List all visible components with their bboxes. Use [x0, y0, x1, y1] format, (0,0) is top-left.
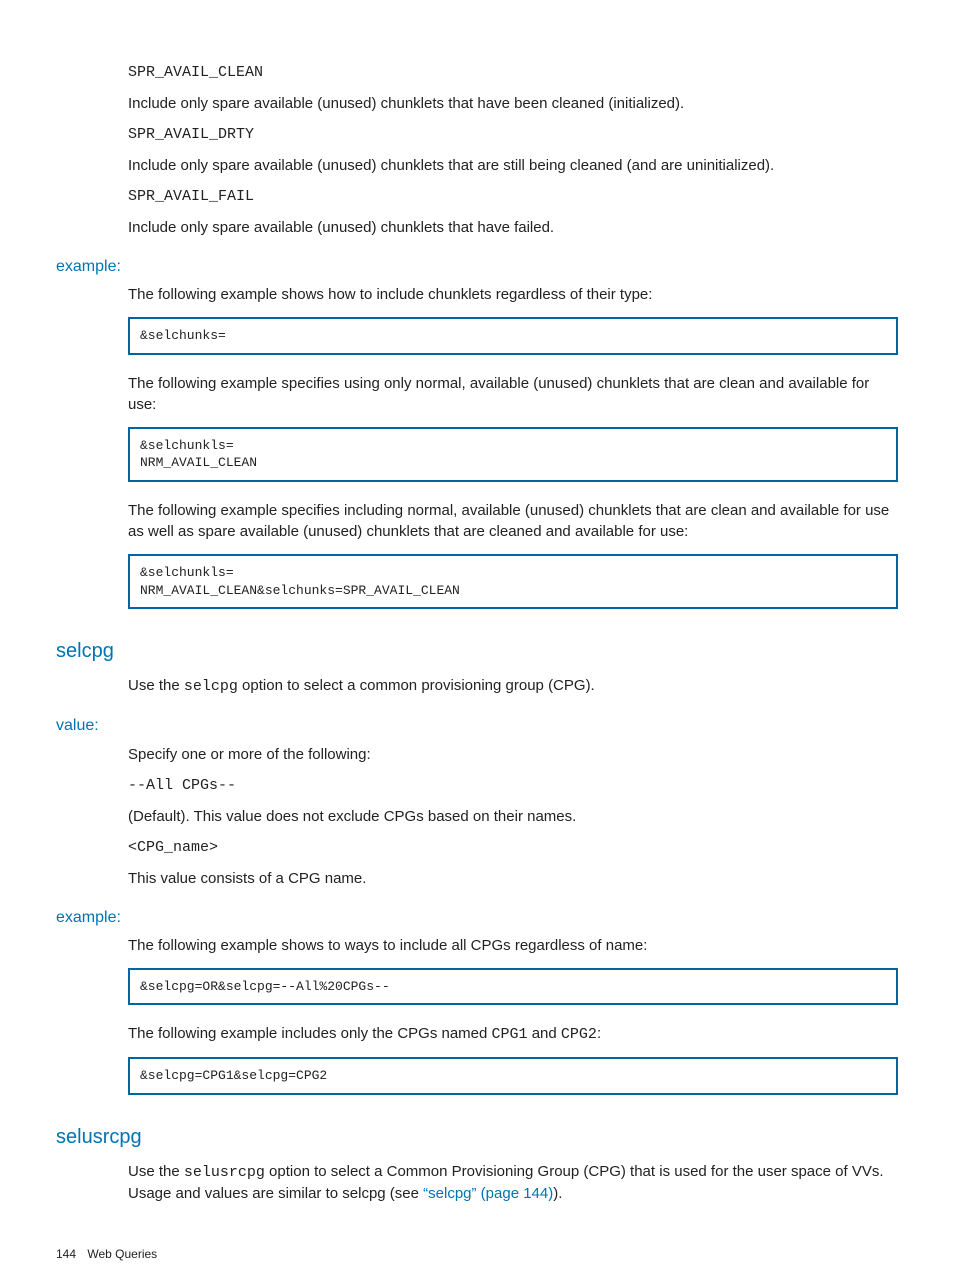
selcpg-p1b: option to select a common provisioning g… — [238, 677, 595, 694]
example1-p2: The following example specifies using on… — [128, 373, 898, 415]
selusrcpg-title: selusrcpg — [56, 1123, 898, 1151]
desc-spr-avail-drty: Include only spare available (unused) ch… — [128, 155, 898, 176]
selcpg-ex-p2a: The following example includes only the … — [128, 1025, 492, 1042]
selcpg-v2: --All CPGs-- — [128, 775, 898, 796]
selusrcpg-p1code: selusrcpg — [184, 1164, 265, 1181]
selcpg-ex-p2mid: and — [528, 1025, 561, 1042]
selcpg-v5: This value consists of a CPG name. — [128, 868, 898, 889]
selcpg-v3: (Default). This value does not exclude C… — [128, 806, 898, 827]
selcpg-p1a: Use the — [128, 677, 184, 694]
page-footer: 144 Web Queries — [56, 1246, 898, 1263]
value-heading: value: — [56, 715, 898, 737]
page-number: 144 — [56, 1247, 76, 1261]
desc-spr-avail-fail: Include only spare available (unused) ch… — [128, 217, 898, 238]
selusrcpg-p1c: ). — [553, 1185, 562, 1202]
code-spr-avail-drty: SPR_AVAIL_DRTY — [128, 124, 898, 145]
selcpg-cpg1: CPG1 — [492, 1026, 528, 1043]
example1-box2: &selchunkls= NRM_AVAIL_CLEAN — [128, 427, 898, 482]
selcpg-cpg2: CPG2 — [561, 1026, 597, 1043]
selcpg-ex-p1: The following example shows to ways to i… — [128, 935, 898, 956]
footer-label: Web Queries — [87, 1247, 157, 1261]
selcpg-intro: Use the selcpg option to select a common… — [128, 675, 898, 697]
selcpg-v4: <CPG_name> — [128, 837, 898, 858]
selusrcpg-p1: Use the selusrcpg option to select a Com… — [128, 1161, 898, 1204]
selcpg-v1: Specify one or more of the following: — [128, 744, 898, 765]
selusrcpg-p1a: Use the — [128, 1163, 184, 1180]
selcpg-ex-p2: The following example includes only the … — [128, 1023, 898, 1045]
code-spr-avail-clean: SPR_AVAIL_CLEAN — [128, 62, 898, 83]
example-heading-1: example: — [56, 256, 898, 278]
selcpg-link[interactable]: “selcpg” (page 144) — [423, 1185, 553, 1202]
selcpg-ex-box1: &selcpg=OR&selcpg=--All%20CPGs-- — [128, 968, 898, 1006]
example1-box3: &selchunkls= NRM_AVAIL_CLEAN&selchunks=S… — [128, 554, 898, 609]
code-spr-avail-fail: SPR_AVAIL_FAIL — [128, 186, 898, 207]
selcpg-ex-p2end: : — [597, 1025, 601, 1042]
example1-p1: The following example shows how to inclu… — [128, 284, 898, 305]
example1-p3: The following example specifies includin… — [128, 500, 898, 542]
desc-spr-avail-clean: Include only spare available (unused) ch… — [128, 93, 898, 114]
selcpg-p1code: selcpg — [184, 678, 238, 695]
selcpg-ex-box2: &selcpg=CPG1&selcpg=CPG2 — [128, 1057, 898, 1095]
example1-box1: &selchunks= — [128, 317, 898, 355]
selcpg-title: selcpg — [56, 637, 898, 665]
example-heading-2: example: — [56, 907, 898, 929]
